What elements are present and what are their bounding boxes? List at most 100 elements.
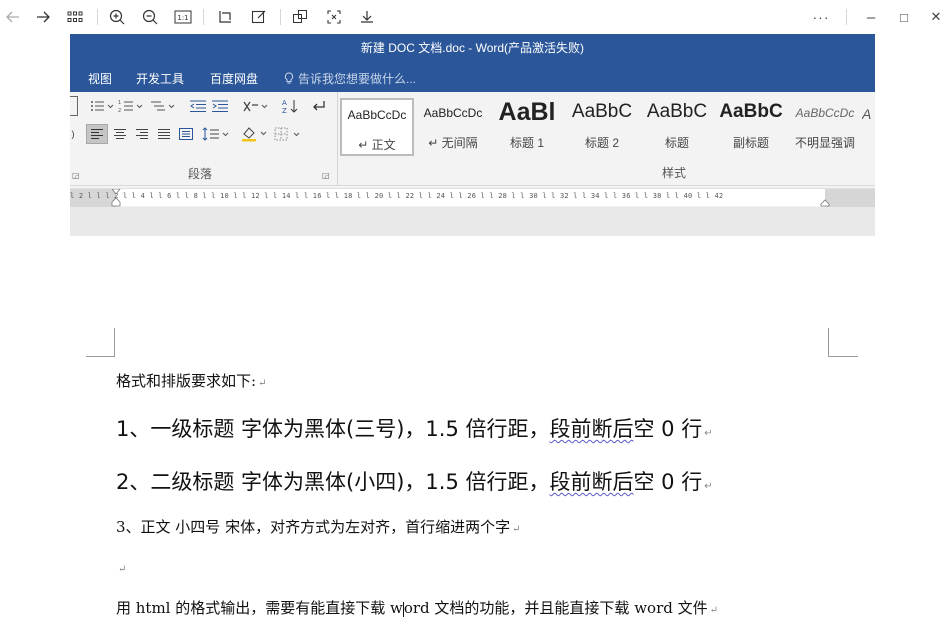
doc-heading[interactable]: 1、一级标题 字体为黑体(三号)，1.5 倍行距，段前断后空 0 行 ↵	[116, 413, 713, 443]
style-sample: AaBbC	[571, 101, 633, 122]
numbering-icon[interactable]: 12	[118, 96, 146, 116]
spelling-flag[interactable]: 段前断后	[550, 470, 634, 494]
heading-text: 1、一级标题 字体为黑体(三号)，1.5 倍行距，	[116, 417, 550, 441]
show-formatting-icon[interactable]	[308, 96, 328, 116]
styles-gallery: AaBbCcDc ↵ 正文 AaBbCcDc ↵ 无间隔 AaBl 标题 1 A…	[340, 98, 875, 158]
style-name: ↵ 正文	[358, 138, 396, 152]
tab-view[interactable]: 视图	[88, 70, 112, 87]
style-no-spacing[interactable]: AaBbCcDc ↵ 无间隔	[416, 98, 490, 156]
tell-me-placeholder: 告诉我您想要做什么...	[298, 72, 417, 86]
styles-group-label: 样式	[662, 166, 687, 180]
style-sample: AaBbCcDc	[347, 108, 407, 122]
copy-icon[interactable]	[289, 6, 311, 28]
paragraph-text: ord 文档的功能，并且能直接下载 word 文件	[403, 599, 708, 617]
doc-heading[interactable]: 2、二级标题 字体为黑体(小四)，1.5 倍行距，段前断后空 0 行 ↵	[116, 466, 713, 496]
multilevel-list-icon[interactable]	[148, 96, 178, 116]
style-title[interactable]: AaBbC 标题	[640, 98, 714, 156]
style-sample: AaBl	[498, 98, 556, 126]
tell-me-box[interactable]: 告诉我您想要做什么...	[284, 70, 416, 87]
paragraph-text: 3、正文 小四号 宋体，对齐方式为左对齐，首行缩进两个字	[116, 518, 511, 536]
toolbar-divider	[846, 9, 847, 25]
style-normal[interactable]: AaBbCcDc ↵ 正文	[340, 98, 414, 156]
spelling-flag[interactable]: 段前断后	[550, 417, 634, 441]
align-center-icon[interactable]	[110, 124, 130, 144]
dialog-launcher-icon[interactable]: ◲	[72, 171, 80, 180]
tab-developer[interactable]: 开发工具	[136, 70, 184, 87]
crop-mark-right	[828, 328, 829, 356]
doc-paragraph[interactable]: 格式和排版要求如下: ↵	[116, 370, 266, 391]
tab-baidu-netdisk[interactable]: 百度网盘	[210, 70, 258, 87]
doc-empty-paragraph[interactable]: ↵	[116, 558, 126, 576]
viewer-toolbar: 1:1 ··· – □ ✕	[0, 0, 950, 34]
crop-mark-left	[114, 328, 115, 356]
borders-icon[interactable]	[274, 124, 306, 144]
word-window: 新建 DOC 文档.doc - Word(产品激活失败) 视图 开发工具 百度网…	[70, 34, 875, 236]
style-name: 标题 2	[584, 136, 619, 150]
forward-arrow-icon[interactable]	[32, 6, 54, 28]
partial-icon: )	[71, 129, 75, 139]
toolbar-divider	[203, 9, 204, 25]
bullets-icon[interactable]	[90, 96, 116, 116]
sort-icon[interactable]: AZ	[280, 96, 300, 116]
crop-mark-left	[86, 356, 115, 357]
style-name: 副标题	[732, 136, 769, 150]
close-icon[interactable]: ✕	[925, 6, 947, 28]
paragraph-text: 格式和排版要求如下:	[116, 372, 257, 390]
doc-paragraph[interactable]: 用 html 的格式输出，需要有能直接下载 word 文档的功能，并且能直接下载…	[116, 597, 718, 618]
svg-text:Z: Z	[282, 107, 287, 114]
distributed-icon[interactable]	[176, 124, 196, 144]
more-options-icon[interactable]: ···	[810, 6, 832, 28]
align-right-icon[interactable]	[132, 124, 152, 144]
edit-icon[interactable]	[248, 6, 270, 28]
style-sample: AaBbCcDc	[795, 106, 855, 120]
download-icon[interactable]	[356, 6, 378, 28]
grid-view-icon[interactable]	[64, 6, 86, 28]
doc-paragraph[interactable]: 3、正文 小四号 宋体，对齐方式为左对齐，首行缩进两个字 ↵	[116, 516, 520, 537]
style-sample: A	[862, 106, 872, 122]
style-more[interactable]: A	[862, 98, 875, 156]
svg-text:A: A	[282, 99, 287, 107]
style-name: 标题 1	[509, 136, 544, 150]
first-line-indent-marker[interactable]	[111, 189, 121, 207]
paragraph-mark: ↵	[709, 605, 719, 616]
heading-text: 空 0 行	[633, 417, 703, 441]
rotate-icon[interactable]	[214, 6, 236, 28]
paragraph-mark: ↵	[512, 524, 521, 535]
fullscreen-icon[interactable]	[323, 6, 345, 28]
shading-icon[interactable]	[240, 124, 272, 144]
decrease-indent-icon[interactable]	[188, 96, 208, 116]
chinese-layout-icon[interactable]	[242, 96, 270, 116]
paragraph-mark: ↵	[704, 481, 713, 492]
horizontal-ruler[interactable]: l 2 l l l 2 l l 4 l l 6 l l 8 l l 10 l l…	[70, 188, 875, 207]
justify-icon[interactable]	[154, 124, 174, 144]
zoom-in-icon[interactable]	[106, 6, 128, 28]
increase-indent-icon[interactable]	[210, 96, 230, 116]
ribbon: 12 AZ ) ◲ 段落 ◲ AaBbCcDc ↵ 正文 AaBbCcDc ↵ …	[70, 92, 875, 186]
style-name: 不明显强调	[794, 136, 855, 150]
ruler-ticks: l 2 l l l 2 l l 4 l l 6 l l 8 l l 10 l l…	[70, 192, 724, 200]
line-spacing-icon[interactable]	[202, 124, 232, 144]
minimize-icon[interactable]: –	[860, 6, 882, 28]
paragraph-mark: ↵	[118, 564, 127, 575]
dialog-launcher-icon[interactable]: ◲	[322, 171, 330, 180]
svg-text:1: 1	[118, 100, 121, 106]
style-heading-2[interactable]: AaBbC 标题 2	[565, 98, 639, 156]
align-left-icon[interactable]	[86, 124, 108, 144]
partial-icon[interactable]	[70, 96, 78, 116]
actual-size-icon[interactable]: 1:1	[172, 6, 194, 28]
heading-text: 2、二级标题 字体为黑体(小四)，1.5 倍行距，	[116, 470, 550, 494]
style-subtitle[interactable]: AaBbC 副标题	[714, 98, 788, 156]
paragraph-mark: ↵	[704, 428, 713, 439]
back-arrow-icon[interactable]	[2, 6, 24, 28]
paragraph-group: 12 AZ ) ◲ 段落 ◲	[70, 92, 338, 186]
heading-text: 空 0 行	[633, 470, 703, 494]
style-heading-1[interactable]: AaBl 标题 1	[490, 98, 564, 156]
lightbulb-icon	[284, 72, 294, 84]
style-subtle-emphasis[interactable]: AaBbCcDc 不明显强调	[788, 98, 862, 156]
right-indent-marker[interactable]	[820, 189, 830, 207]
window-title: 新建 DOC 文档.doc - Word(产品激活失败)	[70, 34, 875, 62]
style-name: ↵ 无间隔	[428, 136, 478, 150]
zoom-out-icon[interactable]	[139, 6, 161, 28]
toolbar-divider	[97, 9, 98, 25]
maximize-icon[interactable]: □	[893, 6, 915, 28]
